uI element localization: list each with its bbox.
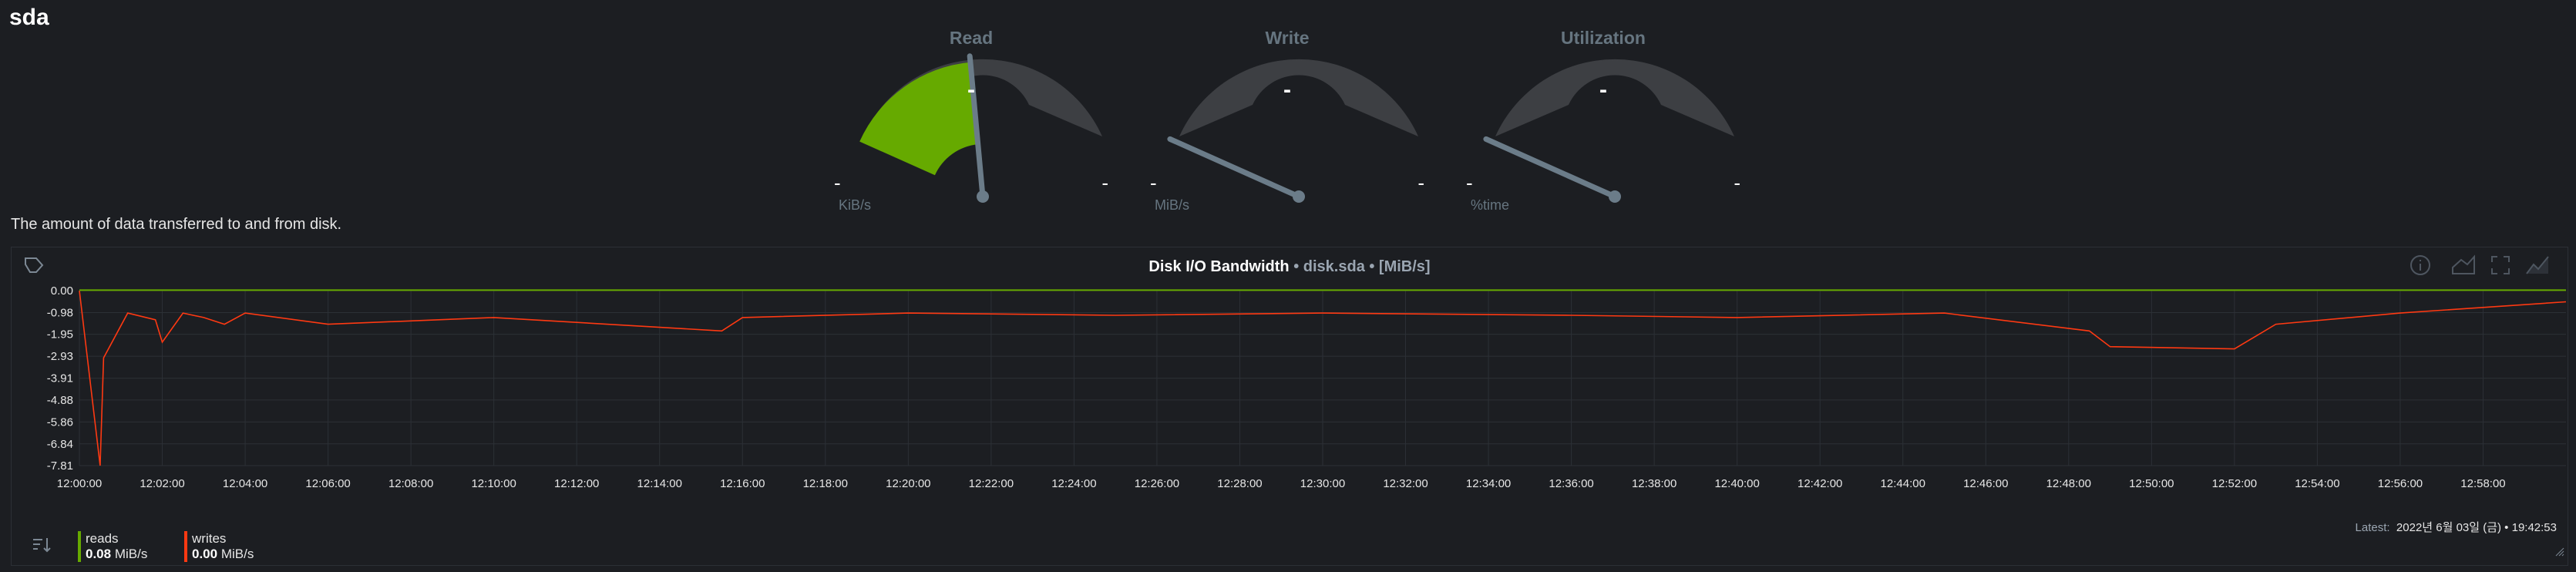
x-tick-label: 12:20:00	[886, 477, 930, 490]
gauge-utilization-pivot	[1609, 190, 1621, 203]
x-tick-label: 12:36:00	[1549, 477, 1593, 490]
x-tick-label: 12:30:00	[1300, 477, 1345, 490]
gauge-write-unit: MiB/s	[1155, 197, 1189, 213]
legend-name: reads	[86, 531, 119, 546]
x-tick-label: 12:06:00	[305, 477, 350, 490]
gauge-write-needle	[1167, 136, 1302, 200]
x-tick-label: 12:18:00	[803, 477, 848, 490]
legend-item-reads[interactable]: reads 0.08 MiB/s	[78, 531, 147, 562]
x-tick-label: 12:44:00	[1881, 477, 1925, 490]
x-tick-label: 12:26:00	[1135, 477, 1179, 490]
gauge-read: Read - - - KiB/s	[825, 22, 1118, 222]
legend-item-writes[interactable]: writes 0.00 MiB/s	[184, 531, 254, 562]
gauge-write-value: -	[1283, 77, 1291, 103]
legend-name: writes	[192, 531, 227, 546]
y-tick-label: -5.86	[47, 416, 73, 429]
x-tick-label: 12:04:00	[223, 477, 267, 490]
x-tick-label: 12:22:00	[969, 477, 1014, 490]
x-tick-label: 12:56:00	[2378, 477, 2423, 490]
gauge-read-max: -	[1101, 171, 1108, 194]
y-tick-label: -6.84	[47, 438, 73, 451]
page-title: sda	[9, 5, 49, 30]
x-tick-label: 12:40:00	[1714, 477, 1759, 490]
gauge-write-title: Write	[1265, 28, 1310, 48]
gauge-utilization-min: -	[1466, 171, 1473, 194]
gauge-write-pivot	[1293, 190, 1305, 203]
gauge-utilization-max: -	[1734, 171, 1740, 194]
x-tick-label: 12:32:00	[1383, 477, 1428, 490]
x-tick-label: 12:48:00	[2046, 477, 2091, 490]
x-tick-label: 12:34:00	[1466, 477, 1511, 490]
y-tick-label: -3.91	[47, 372, 73, 385]
y-tick-label: -2.93	[47, 350, 73, 363]
legend-value: 0.08 MiB/s	[86, 547, 148, 561]
gauge-utilization: Utilization - - - %time	[1457, 22, 1750, 222]
gauge-utilization-value: -	[1599, 77, 1607, 103]
x-tick-label: 12:38:00	[1632, 477, 1676, 490]
x-tick-label: 12:08:00	[388, 477, 433, 490]
chart-description: The amount of data transferred to and fr…	[11, 216, 342, 233]
gauge-write: Write - - - MiB/s	[1141, 22, 1434, 222]
x-tick-label: 12:28:00	[1217, 477, 1262, 490]
gauge-write-dial	[1167, 59, 1418, 203]
chart-legend: reads 0.08 MiB/s writes 0.00 MiB/s Lates…	[12, 510, 2568, 564]
gauge-read-dial	[859, 53, 1102, 203]
x-tick-label: 12:02:00	[140, 477, 184, 490]
gauge-utilization-unit: %time	[1471, 197, 1510, 213]
x-tick-label: 12:12:00	[554, 477, 599, 490]
gauge-read-pivot	[977, 190, 989, 203]
gauge-read-value: -	[967, 77, 975, 103]
latest-timestamp: Latest: 2022년 6월 03일 (금) • 19:42:53	[2355, 521, 2557, 534]
x-tick-label: 12:58:00	[2460, 477, 2505, 490]
x-tick-label: 12:54:00	[2295, 477, 2339, 490]
gauge-write-min: -	[1150, 171, 1157, 194]
gauge-read-title: Read	[949, 28, 994, 48]
chart-plot[interactable]: 0.00 -0.98 -1.95 -2.93 -3.91 -4.88 -5.86 -6.84 -…	[12, 247, 2568, 513]
gauge-utilization-dial	[1483, 59, 1734, 203]
sort-icon[interactable]	[32, 536, 53, 558]
resize-handle-icon[interactable]	[2554, 546, 2564, 560]
x-tick-label: 12:10:00	[471, 477, 516, 490]
legend-swatch-reads	[78, 531, 81, 562]
gauge-utilization-title: Utilization	[1561, 28, 1646, 48]
x-tick-label: 12:16:00	[720, 477, 765, 490]
x-tick-label: 12:50:00	[2129, 477, 2174, 490]
x-tick-label: 12:42:00	[1797, 477, 1842, 490]
legend-swatch-writes	[184, 531, 187, 562]
x-tick-label: 12:46:00	[1963, 477, 2008, 490]
y-tick-label: 0.00	[51, 284, 73, 298]
chart-panel: Disk I/O Bandwidth • disk.sda • [MiB/s] …	[11, 247, 2568, 566]
gauge-utilization-needle	[1483, 136, 1618, 200]
x-tick-label: 12:24:00	[1051, 477, 1096, 490]
y-tick-label: -4.88	[47, 394, 73, 407]
x-tick-label: 12:52:00	[2212, 477, 2257, 490]
legend-value: 0.00 MiB/s	[192, 547, 254, 561]
y-tick-label: -0.98	[47, 306, 73, 319]
x-tick-label: 12:00:00	[57, 477, 102, 490]
gauge-read-min: -	[834, 171, 841, 194]
gauge-write-max: -	[1417, 171, 1424, 194]
y-tick-label: -7.81	[47, 459, 73, 473]
y-tick-label: -1.95	[47, 328, 73, 342]
x-tick-label: 12:14:00	[637, 477, 682, 490]
gauge-read-unit: KiB/s	[839, 197, 872, 213]
